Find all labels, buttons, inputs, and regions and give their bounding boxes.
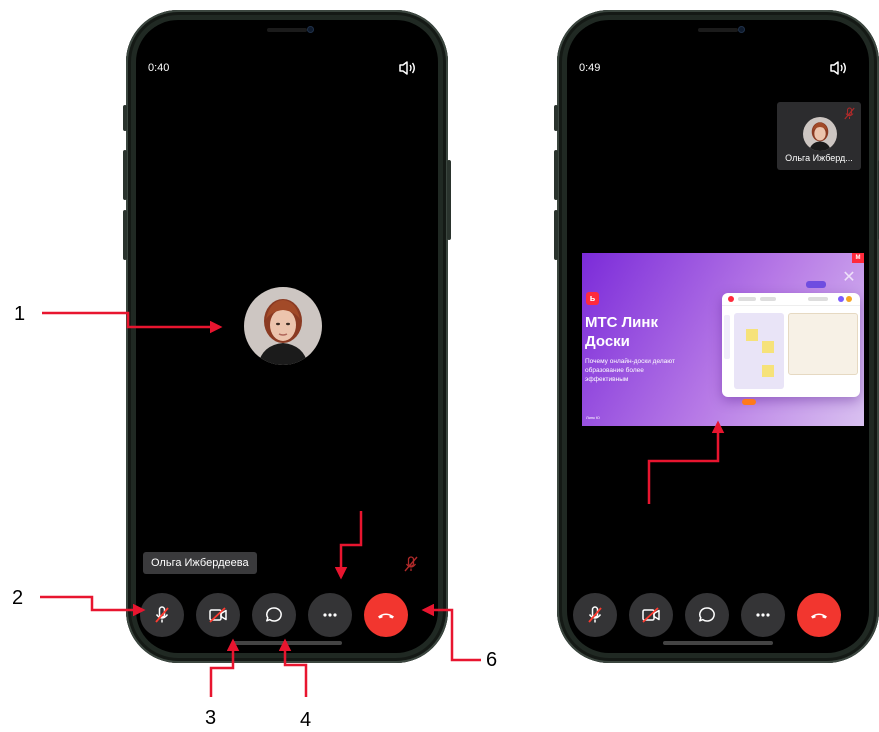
participant-tile[interactable]: Ольга Ижберд... <box>777 102 861 170</box>
earpiece <box>267 28 307 32</box>
chat-button[interactable] <box>252 593 296 637</box>
phone-mockup-call: 0:40 Ольга Ижбердеева <box>123 10 451 663</box>
callout-7: 7 <box>642 519 654 541</box>
mic-muted-icon <box>404 556 418 572</box>
more-icon <box>323 613 337 617</box>
hang-up-icon <box>378 613 394 619</box>
call-controls <box>136 593 438 637</box>
participant-name-badge: Ольга Ижбердеева <box>143 552 257 574</box>
brand-tag: М <box>852 253 864 263</box>
phone-side-button <box>123 105 127 131</box>
brand-logo-icon: ь <box>586 292 599 305</box>
camera-toggle-button[interactable] <box>196 593 240 637</box>
shared-screen[interactable]: М ✕ ь МТС Линк Доски Почему онлайн-доски… <box>582 253 864 426</box>
phone-side-button <box>123 150 127 200</box>
preview-toolbar <box>722 293 860 306</box>
call-screen: 0:40 Ольга Ижбердеева <box>136 20 438 653</box>
home-indicator <box>663 641 773 645</box>
mic-off-icon <box>588 606 602 623</box>
preview-board <box>788 313 858 375</box>
notch <box>658 20 778 42</box>
phone-side-button <box>123 210 127 260</box>
mic-off-icon <box>155 606 169 623</box>
shared-subtitle: Почему онлайн-доски делают образование б… <box>585 358 675 383</box>
participant-avatar <box>803 117 837 151</box>
end-call-button[interactable] <box>797 593 841 637</box>
callout-6: 6 <box>486 649 498 671</box>
front-camera <box>738 26 745 33</box>
callout-1: 1 <box>14 303 26 325</box>
front-camera <box>307 26 314 33</box>
callout-4: 4 <box>300 709 312 731</box>
mic-toggle-button[interactable] <box>140 593 184 637</box>
chat-button[interactable] <box>685 593 729 637</box>
more-button[interactable] <box>741 593 785 637</box>
preview-toolbar-side <box>724 315 730 359</box>
participant-avatar <box>244 287 322 365</box>
callout-3: 3 <box>205 707 217 729</box>
chat-icon <box>266 607 282 622</box>
end-call-button[interactable] <box>364 593 408 637</box>
more-icon <box>756 613 770 617</box>
close-icon[interactable]: ✕ <box>838 267 860 289</box>
chat-icon <box>699 607 715 622</box>
camera-toggle-button[interactable] <box>629 593 673 637</box>
call-timer: 0:49 <box>579 62 601 74</box>
tile-participant-name: Ольга Ижберд... <box>785 153 853 163</box>
preview-panel <box>734 313 784 389</box>
call-controls <box>567 593 869 637</box>
speaker-icon[interactable] <box>829 60 847 76</box>
callout-2: 2 <box>12 587 24 609</box>
whiteboard-preview <box>722 293 860 397</box>
phone-side-button <box>447 160 451 240</box>
mic-toggle-button[interactable] <box>573 593 617 637</box>
phone-side-button <box>554 150 558 200</box>
mic-muted-icon <box>844 107 855 120</box>
notch <box>227 20 347 42</box>
phone-mockup-screen-share: 0:49 Ольга Ижберд... М ✕ ь МТС Линк Доск… <box>554 10 879 663</box>
shared-footer: Линк Ю <box>586 415 600 420</box>
phone-side-button <box>554 210 558 260</box>
phone-side-button <box>554 105 558 131</box>
home-indicator <box>232 641 342 645</box>
speaker-icon[interactable] <box>398 60 416 76</box>
shared-title: МТС Линк Доски <box>585 314 658 350</box>
callout-5: 5 <box>352 484 364 506</box>
hang-up-icon <box>811 613 827 619</box>
earpiece <box>698 28 738 32</box>
call-timer: 0:40 <box>148 62 170 74</box>
camera-off-icon <box>642 607 660 623</box>
camera-off-icon <box>209 607 227 623</box>
more-button[interactable] <box>308 593 352 637</box>
call-screen: 0:49 Ольга Ижберд... М ✕ ь МТС Линк Доск… <box>567 20 869 653</box>
